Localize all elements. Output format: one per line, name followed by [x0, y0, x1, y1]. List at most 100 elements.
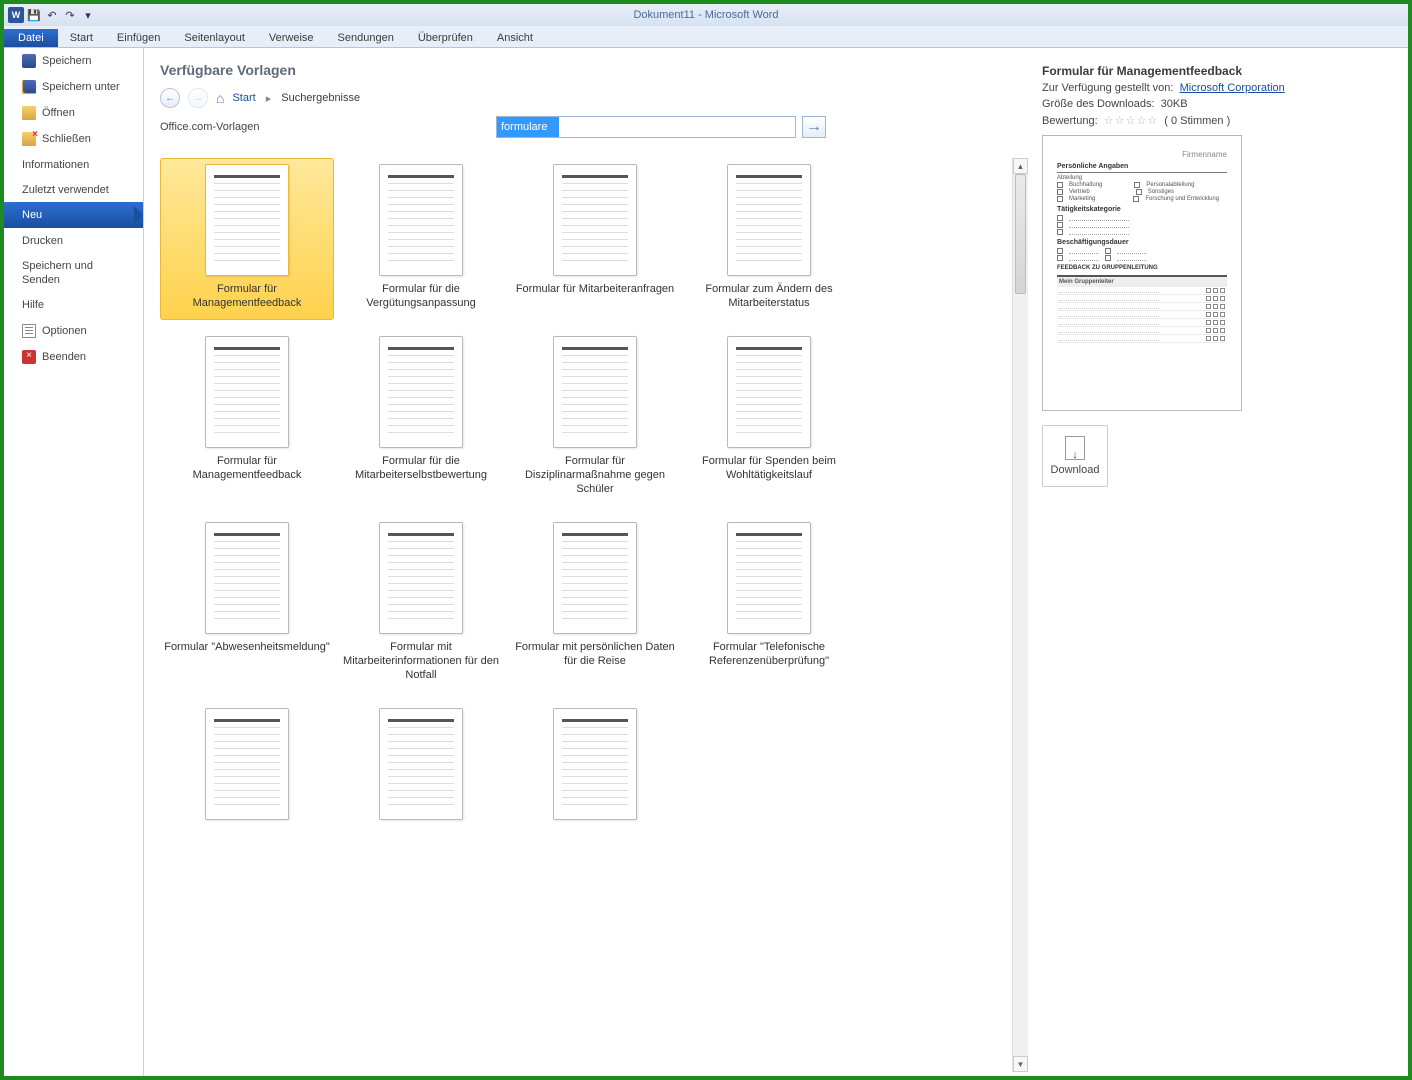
- preview-section: Persönliche Angaben: [1057, 163, 1227, 170]
- provider-link[interactable]: Microsoft Corporation: [1180, 82, 1285, 94]
- template-thumb: [727, 164, 811, 276]
- nav-close[interactable]: Schließen: [4, 126, 143, 152]
- template-thumb: [205, 336, 289, 448]
- template-label: Formular für Managementfeedback: [164, 454, 330, 482]
- nav-forward-button[interactable]: →: [188, 88, 208, 108]
- template-label: [593, 826, 596, 854]
- backstage-nav: Speichern Speichern unter Öffnen Schließ…: [4, 48, 144, 1076]
- detail-title: Formular für Managementfeedback: [1042, 64, 1390, 78]
- download-button[interactable]: Download: [1042, 425, 1108, 487]
- tab-page-layout[interactable]: Seitenlayout: [172, 29, 257, 47]
- chevron-right-icon: ▸: [264, 92, 274, 105]
- preview-section: FEEDBACK ZU GRUPPENLEITUNG: [1057, 265, 1227, 271]
- template-item[interactable]: Formular für die Mitarbeiterselbstbewert…: [334, 330, 508, 506]
- nav-print[interactable]: Drucken: [4, 228, 143, 254]
- template-label: Formular "Abwesenheitsmeldung": [164, 640, 330, 668]
- folder-open-icon: [22, 106, 36, 120]
- tab-references[interactable]: Verweise: [257, 29, 326, 47]
- template-preview: Firmenname Persönliche Angaben Abteilung…: [1042, 135, 1242, 411]
- tab-start[interactable]: Start: [58, 29, 105, 47]
- size-label: Größe des Downloads:: [1042, 98, 1155, 110]
- ribbon-tabs: Datei Start Einfügen Seitenlayout Verwei…: [4, 26, 1408, 48]
- nav-open-label: Öffnen: [42, 106, 75, 120]
- template-thumb: [553, 336, 637, 448]
- nav-options-label: Optionen: [42, 324, 87, 338]
- tab-view[interactable]: Ansicht: [485, 29, 545, 47]
- nav-save-as[interactable]: Speichern unter: [4, 74, 143, 100]
- template-label: Formular für die Mitarbeiterselbstbewert…: [338, 454, 504, 482]
- template-label: [419, 826, 422, 854]
- rating-votes: ( 0 Stimmen ): [1164, 115, 1230, 127]
- provided-label: Zur Verfügung gestellt von:: [1042, 82, 1173, 94]
- template-thumb: [379, 336, 463, 448]
- template-item[interactable]: Formular mit Mitarbeiterinformationen fü…: [334, 516, 508, 692]
- nav-share-label: Speichern und Senden: [22, 259, 122, 287]
- template-label: Formular für Spenden beim Wohltätigkeits…: [686, 454, 852, 482]
- search-input[interactable]: [496, 116, 796, 138]
- folder-close-icon: [22, 132, 36, 146]
- save-as-icon: [22, 80, 36, 94]
- preview-dept: Abteilung: [1057, 175, 1227, 181]
- nav-back-button[interactable]: ←: [160, 88, 180, 108]
- template-label: Formular mit persönlichen Daten für die …: [512, 640, 678, 668]
- template-thumb: [553, 708, 637, 820]
- template-item[interactable]: Formular für Managementfeedback: [160, 158, 334, 320]
- nav-save-as-label: Speichern unter: [42, 80, 120, 94]
- nav-save-label: Speichern: [42, 54, 92, 68]
- title-bar: W 💾 ↶ ↷ ▾ Dokument11 - Microsoft Word: [4, 4, 1408, 26]
- nav-open[interactable]: Öffnen: [4, 100, 143, 126]
- nav-save[interactable]: Speichern: [4, 48, 143, 74]
- nav-recent[interactable]: Zuletzt verwendet: [4, 178, 143, 202]
- download-icon: [1065, 436, 1085, 460]
- nav-options[interactable]: Optionen: [4, 318, 143, 344]
- nav-share[interactable]: Speichern und Senden: [4, 254, 143, 292]
- tab-insert[interactable]: Einfügen: [105, 29, 172, 47]
- tab-review[interactable]: Überprüfen: [406, 29, 485, 47]
- scroll-down-icon[interactable]: ▼: [1013, 1056, 1028, 1072]
- template-item[interactable]: [334, 702, 508, 864]
- template-thumb: [553, 522, 637, 634]
- options-icon: [22, 324, 36, 338]
- vertical-scrollbar[interactable]: ▲ ▼: [1012, 158, 1028, 1072]
- save-icon: [22, 54, 36, 68]
- templates-pane: Verfügbare Vorlagen ← → ⌂ Start ▸ Sucher…: [144, 48, 1028, 1076]
- template-item[interactable]: [160, 702, 334, 864]
- scroll-thumb[interactable]: [1015, 174, 1026, 294]
- search-go-button[interactable]: →: [802, 116, 826, 138]
- nav-exit[interactable]: Beenden: [4, 344, 143, 370]
- template-item[interactable]: Formular für Mitarbeiteranfragen: [508, 158, 682, 320]
- template-grid-wrap: Formular für Managementfeedback Formular…: [160, 158, 1028, 1076]
- template-thumb: [553, 164, 637, 276]
- template-label: Formular zum Ändern des Mitarbeiterstatu…: [686, 282, 852, 310]
- search-row: Office.com-Vorlagen →: [160, 116, 1016, 138]
- template-thumb: [205, 708, 289, 820]
- nav-new[interactable]: Neu: [4, 202, 143, 228]
- home-icon[interactable]: ⌂: [216, 90, 224, 106]
- nav-help[interactable]: Hilfe: [4, 292, 143, 318]
- crumb-start[interactable]: Start: [232, 92, 255, 104]
- template-item[interactable]: Formular zum Ändern des Mitarbeiterstatu…: [682, 158, 856, 320]
- template-item[interactable]: Formular "Abwesenheitsmeldung": [160, 516, 334, 692]
- template-label: Formular für Mitarbeiteranfragen: [516, 282, 674, 310]
- rating-label: Bewertung:: [1042, 115, 1098, 127]
- template-label: Formular für Managementfeedback: [164, 282, 330, 310]
- template-thumb: [379, 164, 463, 276]
- exit-icon: [22, 350, 36, 364]
- template-item[interactable]: Formular für Disziplinarmaßnahme gegen S…: [508, 330, 682, 506]
- nav-info[interactable]: Informationen: [4, 152, 143, 178]
- preview-section: Beschäftigungsdauer: [1057, 239, 1227, 246]
- template-item[interactable]: Formular für Spenden beim Wohltätigkeits…: [682, 330, 856, 506]
- template-item[interactable]: Formular für die Vergütungsanpassung: [334, 158, 508, 320]
- tab-file[interactable]: Datei: [4, 29, 58, 47]
- details-pane: Formular für Managementfeedback Zur Verf…: [1028, 48, 1408, 1076]
- template-item[interactable]: Formular mit persönlichen Daten für die …: [508, 516, 682, 692]
- preview-company: Firmenname: [1057, 150, 1227, 159]
- template-item[interactable]: Formular "Telefonische Referenzenüberprü…: [682, 516, 856, 692]
- scroll-up-icon[interactable]: ▲: [1013, 158, 1028, 174]
- template-item[interactable]: [508, 702, 682, 864]
- detail-size-row: Größe des Downloads: 30KB: [1042, 98, 1390, 110]
- template-item[interactable]: Formular für Managementfeedback: [160, 330, 334, 506]
- tab-mailings[interactable]: Sendungen: [326, 29, 406, 47]
- template-thumb: [379, 708, 463, 820]
- download-label: Download: [1051, 464, 1100, 476]
